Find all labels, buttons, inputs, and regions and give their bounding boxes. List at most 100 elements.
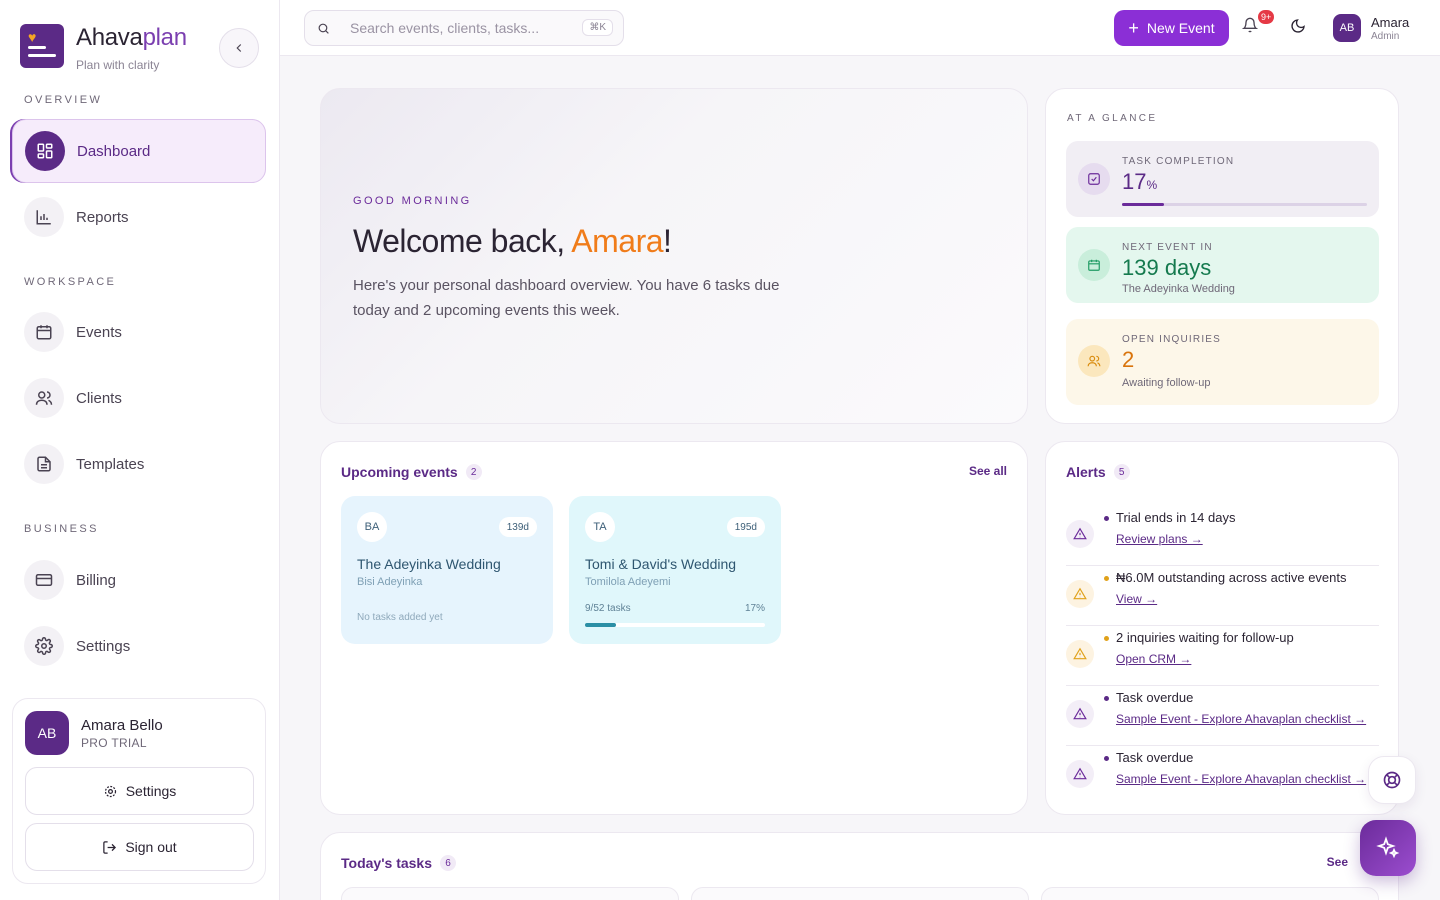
ai-assistant-button[interactable] xyxy=(1360,820,1416,876)
alert-text: Task overdue xyxy=(1116,690,1194,705)
hero-description: Here's your personal dashboard overview.… xyxy=(353,277,780,319)
sidebar-item-settings[interactable]: Settings xyxy=(12,614,266,678)
bell-icon[interactable] xyxy=(1241,16,1259,39)
alert-text: Trial ends in 14 days xyxy=(1116,510,1236,525)
todays-tasks-title: Today's tasks 6 xyxy=(341,855,456,871)
count-badge: 5 xyxy=(1113,464,1130,480)
task-card[interactable] xyxy=(691,887,1029,900)
sparkles-icon xyxy=(1376,836,1400,859)
task-card[interactable] xyxy=(341,887,679,900)
greeting-eyebrow: GOOD MORNING xyxy=(353,195,472,207)
credit-card-icon xyxy=(24,560,64,600)
search-shortcut: ⌘K xyxy=(582,19,613,36)
collapse-sidebar-button[interactable] xyxy=(219,28,259,68)
alert-link[interactable]: Sample Event - Explore Ahavaplan checkli… xyxy=(1116,772,1366,786)
next-event-value: 139 days xyxy=(1122,255,1212,280)
sidebar-item-reports[interactable]: Reports xyxy=(12,185,266,249)
days-badge: 139d xyxy=(498,517,537,537)
sidebar-item-clients[interactable]: Clients xyxy=(12,366,266,430)
upcoming-events-panel: Upcoming events 2 See all BA 139d The Ad… xyxy=(320,441,1028,815)
sign-out-icon xyxy=(103,840,117,854)
task-card[interactable] xyxy=(1041,887,1379,900)
see-all-events-link[interactable]: See all xyxy=(969,464,1007,478)
search-icon xyxy=(318,23,329,34)
avatar[interactable]: AB xyxy=(1333,14,1361,42)
sidebar-item-label: Billing xyxy=(76,571,117,589)
event-initials: BA xyxy=(357,512,387,542)
task-completion-progress xyxy=(1122,203,1367,206)
event-client: Bisi Adeyinka xyxy=(357,576,423,588)
alert-link[interactable]: View → xyxy=(1116,592,1157,606)
alerts-title: Alerts 5 xyxy=(1066,464,1130,480)
section-label-workspace: WORKSPACE xyxy=(24,276,117,288)
settings-button[interactable]: Settings xyxy=(25,767,254,815)
open-inquiries-stat[interactable]: OPEN INQUIRIES 2 Awaiting follow-up xyxy=(1066,319,1379,405)
sidebar-item-label: Dashboard xyxy=(77,142,151,160)
warning-icon xyxy=(1066,520,1094,548)
event-note: No tasks added yet xyxy=(357,612,443,623)
alert-link[interactable]: Sample Event - Explore Ahavaplan checkli… xyxy=(1116,712,1366,726)
see-all-tasks-link[interactable]: See xyxy=(1327,855,1348,869)
help-button[interactable] xyxy=(1368,756,1416,804)
event-initials: TA xyxy=(585,512,615,542)
brand-name: Ahavaplan xyxy=(76,24,187,51)
section-label-overview: OVERVIEW xyxy=(24,94,103,106)
warning-icon xyxy=(1066,580,1094,608)
todays-tasks-panel: Today's tasks 6 See xyxy=(320,832,1399,900)
sidebar-item-templates[interactable]: Templates xyxy=(12,432,266,496)
sidebar-item-label: Settings xyxy=(76,637,131,655)
alert-link[interactable]: Open CRM → xyxy=(1116,652,1191,666)
brand-tagline: Plan with clarity xyxy=(76,58,160,72)
sign-out-button[interactable]: Sign out xyxy=(25,823,254,871)
open-inquiries-value: 2 xyxy=(1122,347,1135,372)
event-task-count: 9/52 tasks xyxy=(585,603,631,614)
section-label-business: BUSINESS xyxy=(24,523,99,535)
search-placeholder: Search events, clients, tasks... xyxy=(350,20,540,36)
event-title: The Adeyinka Wedding xyxy=(357,556,501,572)
sidebar-item-label: Clients xyxy=(76,389,122,407)
alert-link[interactable]: Review plans → xyxy=(1116,532,1203,546)
event-card[interactable]: TA 195d Tomi & David's Wedding Tomilola … xyxy=(569,496,781,644)
new-event-button[interactable]: + New Event xyxy=(1114,10,1229,46)
event-card[interactable]: BA 139d The Adeyinka Wedding Bisi Adeyin… xyxy=(341,496,553,644)
avatar: AB xyxy=(25,711,69,755)
alert-item: ₦6.0M outstanding across active events V… xyxy=(1066,566,1379,626)
top-user-role: Admin xyxy=(1371,31,1400,42)
alert-item: Task overdue Sample Event - Explore Ahav… xyxy=(1066,686,1379,746)
page-title: Welcome back, Amara! xyxy=(353,223,672,259)
checkbox-icon xyxy=(1078,163,1110,195)
dashboard-icon xyxy=(25,131,65,171)
document-icon xyxy=(24,444,64,484)
event-title: Tomi & David's Wedding xyxy=(585,556,737,572)
plus-icon: + xyxy=(1128,18,1139,38)
brand-logo: ♥ xyxy=(20,24,64,68)
alert-text: Task overdue xyxy=(1116,750,1194,765)
event-client: Tomilola Adeyemi xyxy=(585,576,671,588)
event-progress xyxy=(585,623,765,627)
notification-badge: 9+ xyxy=(1258,10,1275,24)
warning-icon xyxy=(1066,700,1094,728)
lifebuoy-icon xyxy=(1383,771,1401,789)
sidebar-user-card: AB Amara Bello PRO TRIAL Settings Sign o… xyxy=(12,698,266,884)
sidebar-item-label: Templates xyxy=(76,455,145,473)
days-badge: 195d xyxy=(726,517,765,537)
search-input[interactable]: Search events, clients, tasks... ⌘K xyxy=(304,10,624,46)
next-event-stat[interactable]: NEXT EVENT IN 139 days The Adeyinka Wedd… xyxy=(1066,227,1379,303)
upcoming-events-title: Upcoming events 2 xyxy=(341,464,482,480)
event-percent: 17% xyxy=(744,603,765,614)
sidebar-item-events[interactable]: Events xyxy=(12,300,266,364)
chevron-left-icon xyxy=(236,44,242,52)
alert-text: 2 inquiries waiting for follow-up xyxy=(1116,630,1294,645)
users-icon xyxy=(24,378,64,418)
calendar-icon xyxy=(1078,249,1110,281)
user-name: Amara Bello xyxy=(81,717,163,734)
alert-text: ₦6.0M outstanding across active events xyxy=(1116,570,1347,585)
alert-item: Task overdue Sample Event - Explore Ahav… xyxy=(1066,746,1379,806)
warning-icon xyxy=(1066,640,1094,668)
sidebar-item-dashboard[interactable]: Dashboard xyxy=(12,119,266,183)
moon-icon[interactable] xyxy=(1290,18,1306,39)
alerts-panel: Alerts 5 Trial ends in 14 days Review pl… xyxy=(1045,441,1399,815)
calendar-icon xyxy=(24,312,64,352)
sidebar-item-billing[interactable]: Billing xyxy=(12,548,266,612)
brand[interactable]: ♥ Ahavaplan Plan with clarity xyxy=(20,24,187,72)
